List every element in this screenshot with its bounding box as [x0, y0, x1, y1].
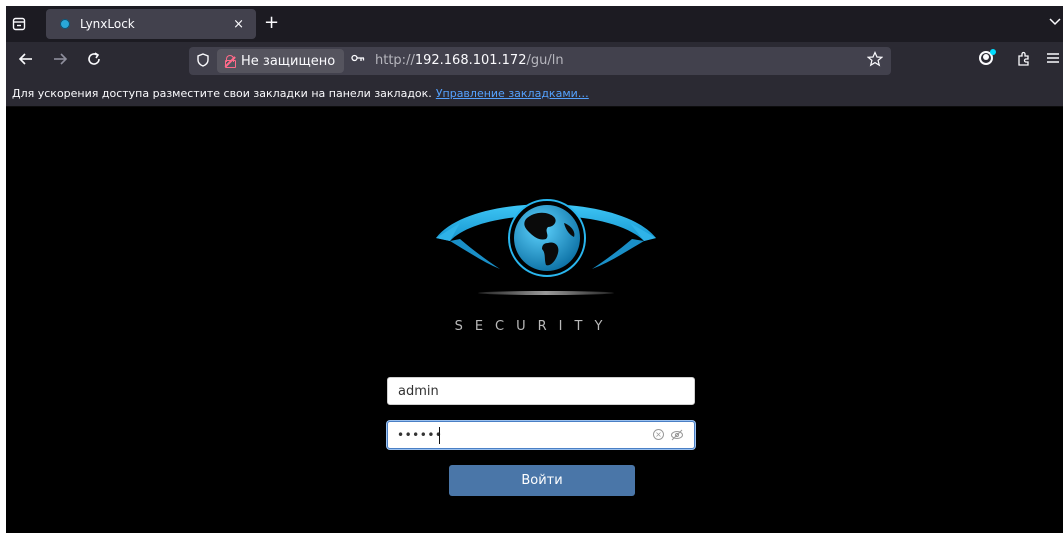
eye-globe-logo-icon: [436, 199, 656, 295]
clear-icon[interactable]: ×: [653, 429, 664, 440]
tracking-protection-shield-icon[interactable]: [197, 53, 209, 71]
hamburger-menu-icon[interactable]: [1046, 51, 1060, 69]
password-field[interactable]: •••••• ×: [387, 421, 695, 449]
bookmarks-empty-message: Для ускорения доступа разместите свои за…: [12, 86, 432, 100]
tab-strip: LynxLock × +: [6, 6, 1063, 42]
username-input[interactable]: [388, 378, 694, 404]
url-scheme: http://: [375, 53, 415, 68]
tab-close-icon[interactable]: ×: [233, 17, 244, 32]
bookmark-star-icon[interactable]: [866, 51, 884, 71]
connection-security-button[interactable]: Не защищено: [217, 49, 344, 73]
login-page: SECURITY •••••• × Войти: [6, 107, 1063, 533]
text-caret: [439, 427, 440, 444]
browser-window: LynxLock × + Не защищено http://192.168.…: [6, 6, 1063, 533]
url-path: /gu/ln: [526, 53, 564, 68]
reload-icon[interactable]: [86, 51, 102, 71]
eye-off-icon[interactable]: [670, 428, 684, 442]
extensions-puzzle-icon[interactable]: [1016, 51, 1032, 71]
insecure-lock-icon: [224, 55, 236, 68]
tab-title: LynxLock: [80, 17, 135, 31]
account-notification-badge: [990, 49, 996, 55]
site-favicon-icon: [60, 19, 70, 29]
login-button[interactable]: Войти: [449, 465, 635, 496]
browser-tab[interactable]: LynxLock ×: [46, 9, 256, 39]
brand-text: SECURITY: [454, 319, 615, 334]
username-field[interactable]: [387, 377, 695, 405]
bookmarks-toolbar: Для ускорения доступа разместите свои за…: [6, 80, 1063, 107]
security-status-label: Не защищено: [241, 53, 336, 69]
new-tab-icon[interactable]: +: [264, 14, 279, 32]
url-text[interactable]: http://192.168.101.172/gu/ln: [375, 53, 564, 68]
password-masked-value: ••••••: [397, 428, 443, 442]
chevron-down-icon[interactable]: [1049, 15, 1061, 29]
manage-bookmarks-link[interactable]: Управление закладками…: [436, 87, 589, 100]
navigation-toolbar: Не защищено http://192.168.101.172/gu/ln: [6, 42, 1063, 80]
tab-list-icon[interactable]: [8, 13, 30, 35]
address-bar[interactable]: Не защищено http://192.168.101.172/gu/ln: [189, 47, 891, 75]
url-host: 192.168.101.172: [414, 53, 527, 68]
back-arrow-icon[interactable]: [18, 51, 34, 71]
forward-arrow-icon[interactable]: [52, 51, 68, 71]
key-icon[interactable]: [351, 52, 365, 67]
